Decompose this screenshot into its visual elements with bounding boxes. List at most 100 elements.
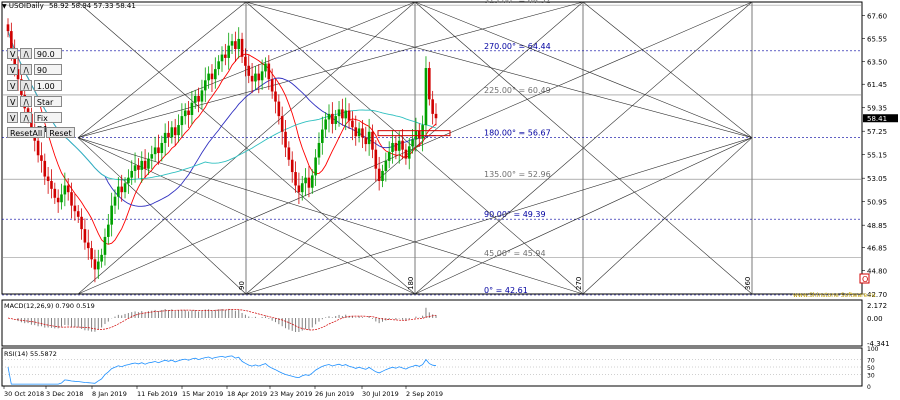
candle-body	[344, 110, 348, 119]
watermark: www.Shinstone Software.ru	[793, 292, 876, 299]
candle-body	[314, 157, 317, 176]
candle-body	[391, 142, 394, 152]
candle-body	[46, 176, 50, 182]
candle-body	[267, 63, 271, 80]
candle-body	[147, 158, 150, 169]
candle-body	[117, 186, 120, 197]
cycle-label: 180	[407, 277, 415, 290]
price-tick-label: 67.60	[867, 12, 887, 20]
candle-body	[234, 41, 237, 49]
candle-body	[76, 211, 80, 217]
time-tick-label: 15 Mar 2019	[182, 390, 223, 398]
reset-button[interactable]: Reset	[46, 127, 75, 138]
candle-body	[277, 101, 281, 117]
candle-body	[93, 259, 97, 270]
candle-body	[404, 149, 408, 159]
time-tick-label: 30 Jul 2019	[362, 390, 399, 398]
price-tick-label: 59.35	[867, 105, 887, 113]
candle-body	[230, 41, 234, 46]
candle-body	[60, 194, 63, 203]
increase-button[interactable]: /\	[20, 111, 32, 123]
candle-body	[237, 38, 241, 49]
candle-body	[244, 56, 247, 66]
control-value[interactable]: Fix D1	[33, 111, 62, 134]
candle-body	[6, 24, 10, 32]
candle-body	[240, 38, 244, 57]
candle-body	[56, 197, 60, 203]
candle-body	[63, 185, 67, 195]
candle-body	[374, 149, 378, 169]
candle-body	[50, 181, 53, 189]
reset-all-button[interactable]: ResetAll	[7, 127, 46, 138]
candle-body	[80, 216, 83, 230]
dropdown-icon[interactable]: ▼	[2, 3, 7, 10]
gann-level-label: 315.00° = 68.52	[484, 0, 551, 5]
candle-body	[324, 119, 327, 130]
candle-body	[280, 116, 284, 132]
candle-body	[103, 236, 107, 255]
candle-body	[307, 177, 311, 188]
candle-body	[163, 132, 167, 143]
time-tick-label: 3 Dec 2018	[46, 390, 83, 398]
candle-body	[137, 165, 140, 170]
box-marker-label: O	[862, 275, 868, 284]
price-tick-label: 55.15	[867, 152, 887, 160]
control-value[interactable]: 90	[33, 63, 62, 75]
decrease-button[interactable]: V	[7, 63, 19, 75]
candle-body	[220, 54, 224, 62]
candle-body	[203, 80, 207, 91]
price-tick-label: 63.50	[867, 58, 887, 66]
decrease-button[interactable]: V	[7, 79, 19, 91]
candle-body	[157, 147, 160, 154]
rsi-tick-label: 70	[867, 357, 875, 364]
candle-body	[183, 110, 187, 117]
candle-body	[43, 160, 47, 177]
candle-body	[377, 168, 381, 182]
candle-body	[120, 186, 123, 193]
symbol-header: ▼ USOIDaily 58.92 58.94 57.33 58.41	[2, 2, 136, 10]
time-tick-label: 30 Oct 2018	[4, 390, 44, 398]
candle-body	[190, 102, 194, 115]
candle-body	[207, 73, 210, 81]
candle-body	[90, 248, 93, 260]
time-tick-label: 26 Jun 2019	[315, 390, 354, 398]
candle-body	[274, 91, 277, 102]
candle-body	[36, 140, 40, 156]
candle-body	[331, 113, 334, 124]
candle-body	[351, 120, 354, 128]
increase-button[interactable]: /\	[20, 79, 32, 91]
candle-body	[257, 73, 261, 81]
control-value[interactable]: Star	[33, 95, 62, 107]
candle-body	[107, 224, 110, 237]
candle-body	[66, 185, 70, 193]
increase-button[interactable]: /\	[20, 63, 32, 75]
decrease-button[interactable]: V	[7, 47, 19, 59]
candle-body	[83, 229, 87, 243]
control-row: V/\ Star	[7, 95, 62, 107]
price-tick-label: 48.85	[867, 222, 887, 230]
candle-body	[40, 155, 43, 161]
rsi-label: RSI(14) 55.5872	[4, 350, 57, 358]
candle-body	[284, 131, 287, 148]
cycle-label: 360	[744, 277, 752, 290]
decrease-button[interactable]: V	[7, 95, 19, 107]
candle-body	[401, 140, 404, 150]
candle-body	[123, 183, 127, 193]
price-tick-label: 50.95	[867, 199, 887, 207]
price-tick-label: 57.25	[867, 128, 887, 136]
candle-body	[127, 177, 130, 184]
candle-body	[381, 170, 384, 182]
time-tick-label: 2 Sep 2019	[406, 390, 443, 398]
decrease-button[interactable]: V	[7, 111, 19, 123]
increase-button[interactable]: /\	[20, 95, 32, 107]
candle-body	[387, 151, 391, 161]
candle-body	[361, 128, 364, 138]
candle-body	[327, 113, 331, 120]
increase-button[interactable]: /\	[20, 47, 32, 59]
gann-level-label: 180.00° = 56.67	[484, 129, 551, 138]
candle-body	[364, 137, 368, 145]
control-value[interactable]: 1.00	[33, 79, 62, 91]
candle-body	[193, 95, 197, 103]
candle-body	[96, 261, 100, 270]
control-value[interactable]: 90.0	[33, 47, 62, 59]
